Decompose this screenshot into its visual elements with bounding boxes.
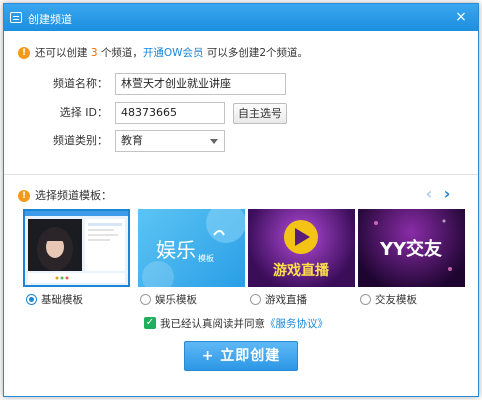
next-template-arrow-icon[interactable]: › bbox=[440, 184, 454, 204]
template-radio-entertainment[interactable]: 娱乐模板 bbox=[140, 293, 197, 307]
plus-icon: + bbox=[201, 348, 215, 364]
basic-template-preview bbox=[25, 211, 128, 285]
close-button[interactable]: × bbox=[452, 8, 470, 26]
category-label: 频道类别： bbox=[53, 134, 108, 147]
entertainment-template-preview: 娱乐 模板 bbox=[142, 209, 245, 287]
channel-icon bbox=[10, 12, 22, 23]
radio-icon[interactable] bbox=[140, 293, 151, 305]
info-icon: ! bbox=[18, 190, 30, 202]
notice-middle: 个频道， bbox=[100, 47, 143, 59]
dating-template-preview: YY交友 bbox=[374, 219, 452, 271]
create-limit-notice: ! 还可以创建 3 个频道，开通OW会员 可以多创建2个频道。 bbox=[18, 45, 308, 61]
template-label-basic: 基础模板 bbox=[41, 294, 83, 306]
notice-suffix: 可以多创建2个频道。 bbox=[206, 47, 309, 59]
template-thumb-basic[interactable] bbox=[23, 209, 130, 287]
window-title: 创建频道 bbox=[28, 13, 72, 26]
prev-template-arrow-icon[interactable]: ‹ bbox=[422, 184, 436, 204]
channel-id-input[interactable]: 48373665 bbox=[115, 102, 225, 124]
agreement-checkbox[interactable]: ✓ bbox=[144, 317, 156, 329]
game-live-template-preview: 游戏直播 bbox=[273, 220, 330, 279]
template-radio-dating[interactable]: 交友模板 bbox=[360, 293, 417, 307]
section-divider bbox=[4, 174, 478, 175]
upgrade-member-link[interactable]: 开通OW会员 bbox=[143, 47, 204, 59]
radio-icon[interactable] bbox=[360, 293, 371, 305]
template-label-game-live: 游戏直播 bbox=[265, 294, 307, 306]
template-radio-game-live[interactable]: 游戏直播 bbox=[250, 293, 307, 307]
template-heading: ! 选择频道模板： bbox=[18, 188, 112, 204]
template-radio-basic[interactable]: 基础模板 bbox=[26, 293, 83, 307]
create-now-button[interactable]: + 立即创建 bbox=[184, 341, 298, 371]
category-select[interactable]: 教育 bbox=[115, 130, 225, 152]
agreement-row: ✓ 我已经认真阅读并同意《服务协议》 bbox=[144, 317, 328, 331]
thumb-dating-title: YY交友 bbox=[379, 238, 442, 260]
channel-name-label: 频道名称： bbox=[53, 77, 108, 90]
service-agreement-link[interactable]: 《服务协议》 bbox=[265, 318, 328, 330]
template-thumb-entertainment[interactable]: 娱乐 模板 bbox=[138, 209, 245, 287]
channel-id-label: 选择 ID： bbox=[59, 106, 108, 119]
notice-prefix: 还可以创建 bbox=[35, 47, 88, 59]
remaining-count: 3 bbox=[90, 47, 98, 59]
info-icon: ! bbox=[18, 47, 30, 59]
chevron-down-icon bbox=[210, 139, 218, 144]
thumb-entertainment-subtitle: 模板 bbox=[198, 253, 214, 263]
template-thumb-dating[interactable]: YY交友 bbox=[358, 209, 465, 287]
create-button-label: 立即创建 bbox=[220, 348, 281, 364]
radio-selected-icon[interactable] bbox=[26, 293, 37, 305]
self-select-id-button[interactable]: 自主选号 bbox=[233, 103, 287, 124]
title-bar[interactable]: 创建频道 × bbox=[4, 4, 478, 31]
template-thumb-game-live[interactable]: 游戏直播 bbox=[248, 209, 355, 287]
create-channel-dialog: 创建频道 × ! 还可以创建 3 个频道，开通OW会员 可以多创建2个频道。 频道… bbox=[3, 3, 479, 397]
channel-name-input[interactable]: 林萱天才创业就业讲座 bbox=[115, 73, 286, 95]
category-value: 教育 bbox=[121, 134, 143, 147]
thumb-game-live-title: 游戏直播 bbox=[273, 262, 330, 279]
template-label-dating: 交友模板 bbox=[375, 294, 417, 306]
template-label-entertainment: 娱乐模板 bbox=[155, 294, 197, 306]
template-heading-text: 选择频道模板： bbox=[35, 189, 112, 202]
thumb-entertainment-title: 娱乐 bbox=[156, 238, 196, 262]
radio-icon[interactable] bbox=[250, 293, 261, 305]
agreement-text: 我已经认真阅读并同意 bbox=[160, 318, 265, 330]
